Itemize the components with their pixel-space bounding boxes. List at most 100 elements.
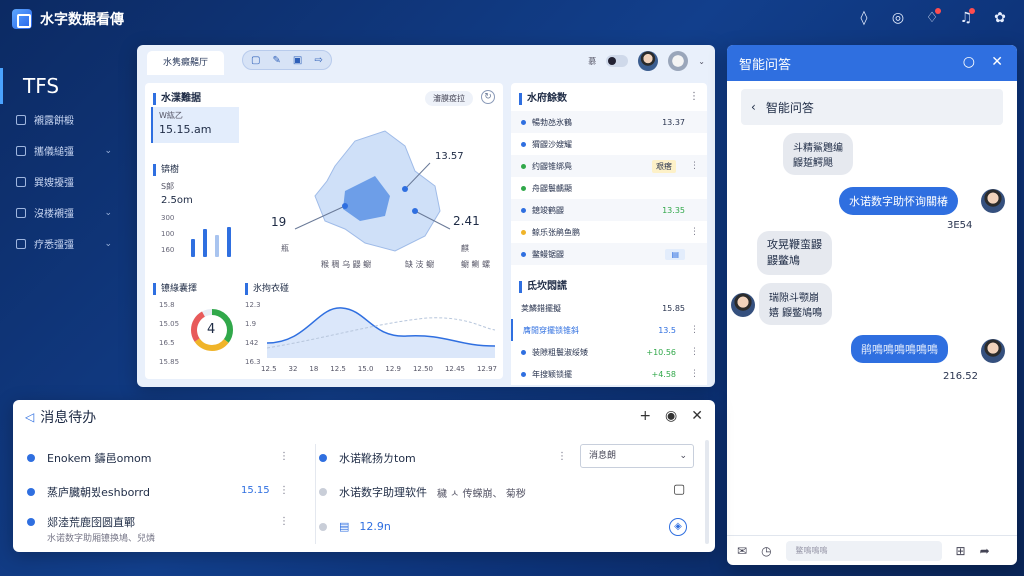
share-icon[interactable]: ◎ <box>888 8 908 28</box>
tool-button-4[interactable]: ⇨ <box>314 55 322 66</box>
scrollbar[interactable] <box>705 440 709 544</box>
info-icon[interactable]: ◉ <box>665 408 677 424</box>
more-icon[interactable]: ⋮ <box>279 485 289 496</box>
note-icon[interactable]: ▢ <box>673 482 685 497</box>
tool-button-1[interactable]: ▢ <box>251 55 260 66</box>
sidebar-item-5[interactable]: 疗悉彊彊 ⌄ <box>0 228 126 259</box>
back-icon[interactable]: ‹ <box>751 100 756 114</box>
bot-avatar <box>731 293 755 317</box>
task-item-active[interactable]: 膺閒穿擺锁锥斜 13.5 ⋮ <box>511 319 707 341</box>
users-icon <box>16 238 26 249</box>
more-icon[interactable]: ⋮ <box>690 227 699 237</box>
todo-item-label: 水诺数字助理软件 <box>339 486 427 499</box>
task-item[interactable]: 年搜颖锁擺 +4.58 ⋮ <box>511 363 707 385</box>
list-item[interactable]: 鎴竣鹤鼹 13.35 <box>511 199 707 221</box>
task-item[interactable]: 装隙粗鬟淑绥矮 +10.56 ⋮ <box>511 341 707 363</box>
todo-item[interactable]: 蒸庐臓朝뵜eshborrd <box>27 484 150 500</box>
task-item[interactable]: 荚鱗錯擺擬 15.85 <box>511 297 707 319</box>
sidebar-item-label: 襯露餠椴 <box>34 116 74 127</box>
chevron-down-icon: ⌄ <box>104 145 112 156</box>
chat-subheader: ‹ 智能问答 <box>741 89 1003 125</box>
list-item[interactable]: 约鼹锥绑鳧 艰瘩 ⋮ <box>511 155 707 177</box>
todo-item-label: 郯淕荒鹿囹圆直鄲 <box>47 516 135 529</box>
more-icon[interactable]: ⋮ <box>557 451 567 462</box>
more-icon[interactable]: ⋮ <box>279 451 289 462</box>
map-caption-left: 瓶 <box>281 244 289 253</box>
more-icon[interactable]: ⋮ <box>689 91 699 102</box>
todo-item[interactable]: 郯淕荒鹿囹圆直鄲 <box>27 514 135 530</box>
todo-item[interactable]: Enokem 鑄邑omom <box>27 450 152 466</box>
attach-icon[interactable]: ⊞ <box>956 544 966 558</box>
filter-pill[interactable]: 瀋膜疫拉 <box>425 91 473 106</box>
avatar[interactable] <box>638 51 659 71</box>
more-icon[interactable]: ⋮ <box>690 161 699 171</box>
y-tick: 142 <box>245 339 259 347</box>
panel-title: 水渫難据 <box>153 93 201 105</box>
list: 暢勃氹氷鶴 13.37 猬鼹沙嫂耀 约鼹锥绑鳧 艰瘩 ⋮ 舟鼹鬟齲顯 鎴竣鹤鼹 13.3… <box>511 111 707 265</box>
mail-icon[interactable]: ✉ <box>737 544 747 558</box>
refresh-icon[interactable]: ↻ <box>481 90 495 104</box>
list-item[interactable]: 舟鼹鬟齲顯 <box>511 177 707 199</box>
sidebar-item-4[interactable]: 沒楼襯彊 ⌄ <box>0 197 126 228</box>
x-tick: 12.50 <box>412 365 433 373</box>
settings-icon[interactable]: ✿ <box>990 8 1010 28</box>
list-item-label: 鎴竣鹤鼹 <box>532 205 564 215</box>
gauge-title: 镣綠囊擇 <box>153 283 197 295</box>
x-tick: 15.0 <box>357 365 374 373</box>
top-bar: 水字数据看傳 ◊ ◎ ♢ ♫ ✿ <box>0 0 1024 38</box>
close-icon[interactable]: ✕ <box>691 408 703 424</box>
list-item-label: 鲸乐张鹃鱼鹏 <box>532 227 580 237</box>
task-item-value: 13.5 <box>658 325 676 335</box>
tab-active[interactable]: 水隽癜齆厅 <box>147 51 225 75</box>
map-marker[interactable] <box>402 186 408 192</box>
add-icon[interactable]: + <box>639 408 651 424</box>
region-map <box>294 130 451 252</box>
more-icon[interactable]: ⋮ <box>690 369 699 379</box>
todo-item[interactable]: 水诺靴扬ㄌtom <box>319 450 416 466</box>
view-toggle[interactable] <box>606 55 629 67</box>
more-icon[interactable]: ⋮ <box>690 325 699 335</box>
alert-icon[interactable]: ♢ <box>922 8 942 28</box>
more-icon[interactable]: ⋮ <box>690 347 699 357</box>
map-legend-a: 糇 稠 乌 鼹 鳚 <box>321 260 372 269</box>
bell-icon[interactable]: ♫ <box>956 8 976 28</box>
search-icon[interactable]: ○ <box>963 54 975 70</box>
map-marker[interactable] <box>342 203 348 209</box>
map-marker[interactable] <box>412 208 418 214</box>
y-tick: 1.9 <box>245 320 257 328</box>
close-icon[interactable]: ✕ <box>991 54 1003 70</box>
message-outgoing: 鹃鳴鳴鳴鳴鳴鳴 <box>851 335 948 363</box>
chevron-down-icon[interactable]: ⌄ <box>698 57 705 66</box>
chevron-down-icon: ⌄ <box>679 451 687 461</box>
gauge-value: 4 <box>207 322 216 337</box>
sidebar-item-2[interactable]: 攜儀縋彊 ⌄ <box>0 135 126 166</box>
chat-input[interactable]: 鳖鳴鳴鳴 <box>785 540 942 561</box>
x-tick: 12.9 <box>385 365 401 373</box>
gauge-tick: 15.85 <box>159 358 180 366</box>
task-item-value: +4.58 <box>651 369 676 379</box>
list-item-value: 13.35 <box>662 205 685 215</box>
chart-icon[interactable]: ◈ <box>669 518 687 536</box>
tool-button-3[interactable]: ▣ <box>293 55 302 66</box>
more-icon[interactable]: ⋮ <box>279 516 289 527</box>
chart-icon[interactable]: ▤ <box>665 248 685 260</box>
list-item[interactable]: 猬鼹沙嫂耀 <box>511 133 707 155</box>
send-icon[interactable]: ➦ <box>980 544 990 558</box>
trend-title: 氷拘衣碰 <box>245 283 289 295</box>
avatar-secondary[interactable] <box>668 51 689 71</box>
list-item[interactable]: 鲸乐张鹃鱼鹏 ⋮ <box>511 221 707 243</box>
list-item[interactable]: 暢勃氹氷鶴 13.37 <box>511 111 707 133</box>
tool-button-2[interactable]: ✎ <box>272 55 280 66</box>
drop-icon[interactable]: ◊ <box>854 8 874 28</box>
todo-item[interactable]: ▤ 12.9n <box>319 520 391 533</box>
todo-item[interactable]: 水诺数字助理软件穢 ㅅ 传蝾崩、 菊秽 <box>319 484 526 500</box>
sub2-value: 2.5om <box>161 195 193 206</box>
task-title: 氐坎悶謊 <box>519 281 567 293</box>
sidebar-item-1[interactable]: 襯露餠椴 <box>0 104 126 135</box>
todo-item-label: 12.9n <box>359 520 391 533</box>
book-icon <box>16 207 26 218</box>
list-item[interactable]: 鳖鳗锯鼹 ▤ <box>511 243 707 265</box>
clock-icon[interactable]: ◷ <box>761 544 771 558</box>
sidebar-item-3[interactable]: 巽嫂擾彊 <box>0 166 126 197</box>
status-dropdown[interactable]: 消息朗 ⌄ <box>580 444 694 468</box>
